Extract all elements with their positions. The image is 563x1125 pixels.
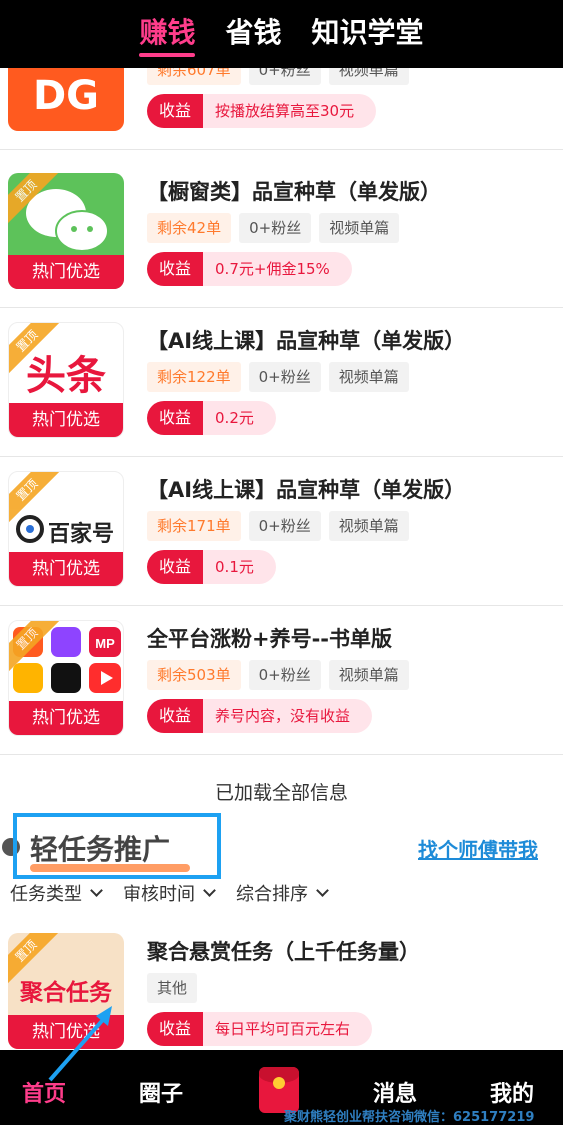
task-title: 聚合悬赏任务（上千任务量）	[147, 940, 420, 964]
income-value: 按播放结算高至30元	[203, 94, 377, 128]
remain-tag: 剩余607单	[147, 68, 241, 85]
type-tag: 视频单篇	[328, 660, 409, 690]
income-pill: 收益 0.1元	[147, 550, 276, 584]
task-title: 全平台涨粉+养号--书单版	[147, 627, 393, 651]
chevron-down-icon	[90, 884, 103, 897]
task-thumbnail: 百家号 置顶 热门优选	[8, 471, 124, 587]
filter-review-time[interactable]: 审核时间	[123, 880, 216, 906]
income-pill: 收益 养号内容，没有收益	[147, 699, 373, 733]
task-card[interactable]: DG 剩余607单 0+粉丝 视频单篇 收益 按播放结算高至30元	[0, 68, 563, 150]
type-tag: 视频单篇	[328, 68, 409, 85]
income-pill: 收益 0.7元+佣金15%	[147, 252, 352, 286]
income-pill: 收益 每日平均可百元左右	[147, 1012, 373, 1046]
income-value: 养号内容，没有收益	[203, 699, 373, 733]
income-label: 收益	[147, 1012, 204, 1046]
nav-circle[interactable]: 圈子	[139, 1076, 183, 1108]
nav-home[interactable]: 首页	[22, 1076, 66, 1108]
logo-text: DG	[32, 73, 100, 119]
type-tag: 视频单篇	[328, 511, 409, 541]
logo-text: MP	[95, 636, 115, 651]
task-thumbnail: 聚合任务 置顶 热门优选	[8, 933, 124, 1049]
income-pill: 收益 按播放结算高至30元	[147, 94, 377, 128]
income-label: 收益	[147, 699, 204, 733]
type-tag: 视频单篇	[319, 213, 400, 243]
chevron-down-icon	[203, 884, 216, 897]
task-thumbnail: MP 置顶 热门优选	[8, 620, 124, 736]
logo-text: 聚合任务	[20, 980, 112, 1006]
remain-tag: 剩余42单	[147, 213, 232, 243]
hot-pick-label: 热门优选	[8, 255, 124, 289]
task-title: 【橱窗类】品宣种草（单发版）	[147, 180, 441, 204]
remain-tag: 剩余503单	[147, 660, 241, 690]
tab-knowledge[interactable]: 知识学堂	[312, 11, 424, 57]
task-title: 【AI线上课】品宣种草（单发版）	[147, 478, 466, 502]
task-card[interactable]: MP 置顶 热门优选 全平台涨粉+养号--书单版 剩余503单 0+粉丝 视频单…	[0, 605, 563, 755]
logo-text: 百家号	[47, 522, 114, 547]
hot-pick-label: 热门优选	[9, 701, 123, 735]
type-tag: 视频单篇	[328, 362, 409, 392]
remain-tag: 剩余171单	[147, 511, 241, 541]
hot-pick-label: 热门优选	[9, 403, 123, 437]
income-label: 收益	[147, 252, 204, 286]
filter-task-type[interactable]: 任务类型	[10, 880, 103, 906]
remain-tag: 剩余122单	[147, 362, 241, 392]
all-loaded-text: 已加载全部信息	[214, 782, 348, 804]
watermark-text: 聚财熊轻创业帮扶咨询微信：625177219	[284, 1110, 535, 1125]
income-label: 收益	[147, 550, 204, 584]
fans-tag: 0+粉丝	[248, 68, 321, 85]
income-value: 每日平均可百元左右	[203, 1012, 373, 1046]
filter-label: 审核时间	[123, 884, 195, 905]
income-label: 收益	[147, 94, 204, 128]
highlight-box	[13, 813, 221, 879]
chevron-down-icon	[316, 884, 329, 897]
task-title: 【AI线上课】品宣种草（单发版）	[147, 329, 466, 353]
light-task-section-header: 轻任务推广 找个师傅带我	[0, 808, 563, 879]
fans-tag: 0+粉丝	[248, 660, 321, 690]
filter-label: 任务类型	[10, 884, 82, 905]
task-thumbnail: DG	[8, 68, 124, 131]
income-value: 0.2元	[203, 401, 276, 435]
filter-sort[interactable]: 综合排序	[236, 880, 329, 906]
income-value: 0.7元+佣金15%	[203, 252, 352, 286]
tab-save[interactable]: 省钱	[225, 11, 281, 57]
task-card[interactable]: 头条 置顶 热门优选 【AI线上课】品宣种草（单发版） 剩余122单 0+粉丝 …	[0, 307, 563, 457]
filter-bar: 任务类型 审核时间 综合排序	[10, 880, 329, 906]
hot-pick-label: 热门优选	[9, 552, 123, 586]
task-card[interactable]: 聚合任务 置顶 热门优选 聚合悬赏任务（上千任务量） 其他 收益 每日平均可百元…	[0, 918, 563, 1050]
task-card[interactable]: 百家号 置顶 热门优选 【AI线上课】品宣种草（单发版） 剩余171单 0+粉丝…	[0, 456, 563, 606]
nav-messages[interactable]: 消息	[373, 1076, 417, 1108]
category-tag: 其他	[147, 973, 198, 1003]
hot-pick-label: 热门优选	[8, 1015, 124, 1049]
nav-me[interactable]: 我的	[490, 1076, 534, 1108]
task-list[interactable]: DG 剩余607单 0+粉丝 视频单篇 收益 按播放结算高至30元 置顶 热门优…	[0, 68, 563, 1050]
fans-tag: 0+粉丝	[248, 362, 321, 392]
top-tab-bar: 赚钱 省钱 知识学堂	[0, 0, 563, 68]
tab-earn[interactable]: 赚钱	[139, 11, 196, 57]
filter-label: 综合排序	[236, 884, 308, 905]
task-thumbnail: 头条 置顶 热门优选	[8, 322, 124, 438]
fans-tag: 0+粉丝	[248, 511, 321, 541]
fans-tag: 0+粉丝	[239, 213, 312, 243]
income-label: 收益	[147, 401, 204, 435]
task-thumbnail: 置顶 热门优选	[8, 173, 124, 289]
task-card[interactable]: 置顶 热门优选 【橱窗类】品宣种草（单发版） 剩余42单 0+粉丝 视频单篇 收…	[0, 158, 563, 308]
income-pill: 收益 0.2元	[147, 401, 276, 435]
find-mentor-link[interactable]: 找个师傅带我	[418, 834, 538, 863]
income-value: 0.1元	[203, 550, 276, 584]
